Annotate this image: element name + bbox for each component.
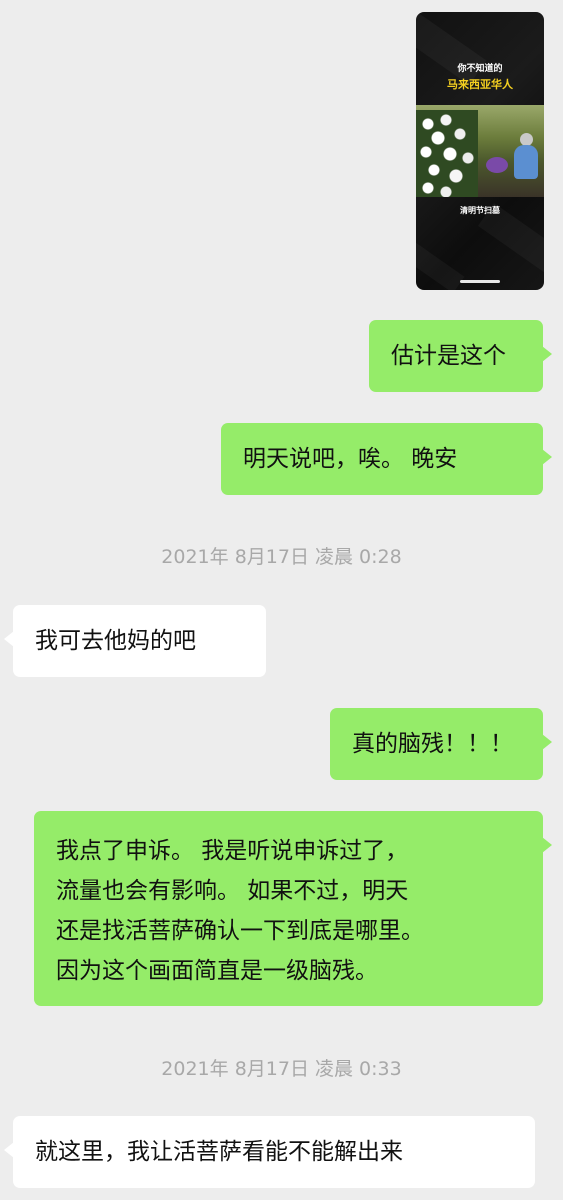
message-bubble-received[interactable]: 我可去他妈的吧 xyxy=(4,605,266,677)
message-bubble-sent[interactable]: 我点了申诉。 我是听说申诉过了， 流量也会有影响。 如果不过，明天 还是找活菩萨… xyxy=(34,811,552,1006)
message-text: 估计是这个 xyxy=(391,343,506,369)
video-title: 你不知道的 马来西亚华人 xyxy=(416,62,544,92)
message-bubble-sent[interactable]: 估计是这个 xyxy=(369,320,552,392)
video-home-indicator xyxy=(460,280,500,283)
message-text: 真的脑残！！！ xyxy=(352,731,513,757)
timestamp: 2021年 8月17日 凌晨 0:33 xyxy=(161,1058,402,1080)
message-bubble-sent[interactable]: 明天说吧，唉。 晚安 xyxy=(221,423,552,495)
message-text: 我可去他妈的吧 xyxy=(35,628,196,654)
video-frame-image xyxy=(416,105,544,197)
message-text-line: 我点了申诉。 我是听说申诉过了， xyxy=(56,838,409,864)
message-text-line: 因为这个画面简直是一级脑残。 xyxy=(56,958,378,984)
message-text: 就这里，我让活菩萨看能不能解出来 xyxy=(35,1139,403,1165)
video-message-thumbnail[interactable]: 你不知道的 马来西亚华人 清明节扫墓 xyxy=(416,12,544,290)
video-title-line-2: 马来西亚华人 xyxy=(447,78,513,91)
person-image xyxy=(512,133,540,185)
chat-area: 你不知道的 马来西亚华人 清明节扫墓 估计是这个 明天说吧，唉。 晚安 2021… xyxy=(0,0,563,1200)
timestamp: 2021年 8月17日 凌晨 0:28 xyxy=(161,546,402,568)
message-bubble-sent[interactable]: 真的脑残！！！ xyxy=(330,708,552,780)
message-text-line: 流量也会有影响。 如果不过，明天 xyxy=(56,878,409,904)
video-caption: 清明节扫墓 xyxy=(460,206,500,215)
white-flowers-image xyxy=(416,110,478,197)
purple-flowers-image xyxy=(486,157,508,173)
message-text: 明天说吧，唉。 晚安 xyxy=(243,446,458,472)
video-title-line-1: 你不知道的 xyxy=(457,64,503,74)
message-text-line: 还是找活菩萨确认一下到底是哪里。 xyxy=(56,918,424,944)
message-bubble-received[interactable]: 就这里，我让活菩萨看能不能解出来 xyxy=(4,1116,535,1188)
